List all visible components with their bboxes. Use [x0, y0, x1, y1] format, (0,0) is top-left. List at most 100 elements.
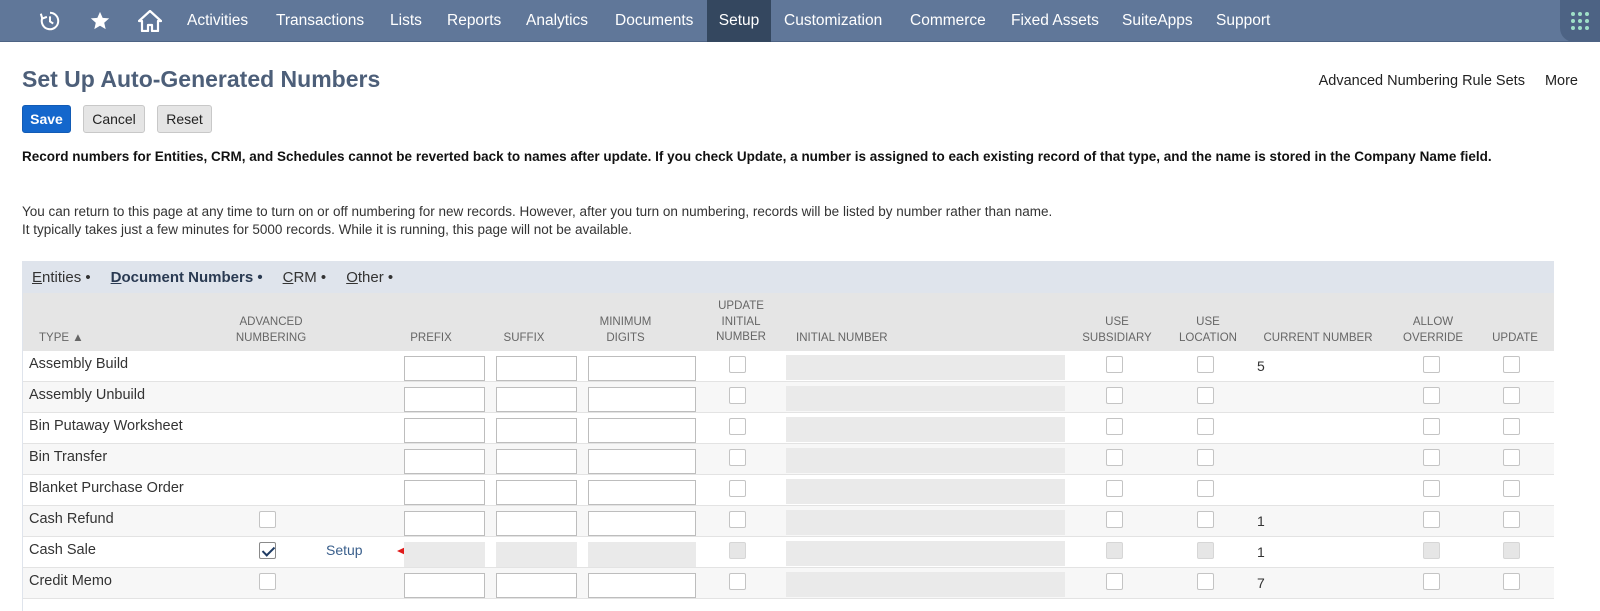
nav-setup[interactable]: Setup: [707, 0, 771, 42]
row-type-label: Credit Memo: [29, 573, 112, 589]
use-subsidiary-checkbox[interactable]: [1106, 480, 1123, 497]
prefix-input[interactable]: [404, 418, 485, 443]
current-number-value: 1: [1257, 513, 1265, 529]
use-subsidiary-checkbox[interactable]: [1106, 418, 1123, 435]
recent-records-icon[interactable]: [30, 0, 70, 42]
update-initial-number-checkbox[interactable]: [729, 480, 746, 497]
tab-label: RM: [293, 268, 317, 286]
tab-other[interactable]: Other •: [346, 269, 393, 286]
cancel-button[interactable]: Cancel: [83, 105, 145, 133]
nav-documents[interactable]: Documents: [603, 0, 705, 42]
update-checkbox[interactable]: [1503, 387, 1520, 404]
reset-button[interactable]: Reset: [157, 105, 212, 133]
nav-suiteapps[interactable]: SuiteApps: [1110, 0, 1205, 42]
initial-number-field: [786, 479, 1065, 504]
suffix-input[interactable]: [496, 449, 577, 474]
prefix-input[interactable]: [404, 480, 485, 505]
update-initial-number-checkbox[interactable]: [729, 449, 746, 466]
minimum-digits-input[interactable]: [588, 356, 696, 381]
use-subsidiary-checkbox[interactable]: [1106, 356, 1123, 373]
update-checkbox[interactable]: [1503, 573, 1520, 590]
star-icon[interactable]: [80, 0, 120, 42]
column-header-type[interactable]: TYPE ▲: [39, 331, 84, 347]
advanced-numbering-checkbox[interactable]: [259, 511, 276, 528]
use-subsidiary-checkbox[interactable]: [1106, 511, 1123, 528]
advanced-numbering-rule-sets-link[interactable]: Advanced Numbering Rule Sets: [1319, 73, 1525, 89]
update-checkbox: [1503, 542, 1520, 559]
nav-fixed-assets[interactable]: Fixed Assets: [999, 0, 1111, 42]
nav-activities[interactable]: Activities: [175, 0, 260, 42]
prefix-input[interactable]: [404, 449, 485, 474]
minimum-digits-input[interactable]: [588, 511, 696, 536]
update-initial-number-checkbox[interactable]: [729, 418, 746, 435]
minimum-digits-input[interactable]: [588, 573, 696, 598]
suffix-input[interactable]: [496, 418, 577, 443]
row-type-label: Cash Sale: [29, 542, 96, 558]
nav-customization[interactable]: Customization: [772, 0, 894, 42]
use-subsidiary-checkbox[interactable]: [1106, 573, 1123, 590]
use-subsidiary-checkbox[interactable]: [1106, 387, 1123, 404]
current-number-value: 7: [1257, 575, 1265, 591]
suffix-input[interactable]: [496, 511, 577, 536]
update-checkbox[interactable]: [1503, 480, 1520, 497]
update-initial-number-checkbox[interactable]: [729, 356, 746, 373]
prefix-input[interactable]: [404, 511, 485, 536]
app-launcher-icon[interactable]: [1560, 0, 1600, 42]
use-location-checkbox[interactable]: [1197, 449, 1214, 466]
allow-override-checkbox[interactable]: [1423, 418, 1440, 435]
allow-override-checkbox[interactable]: [1423, 573, 1440, 590]
prefix-input[interactable]: [404, 356, 485, 381]
nav-reports[interactable]: Reports: [435, 0, 513, 42]
use-location-checkbox[interactable]: [1197, 418, 1214, 435]
allow-override-checkbox[interactable]: [1423, 449, 1440, 466]
nav-support[interactable]: Support: [1204, 0, 1282, 42]
nav-lists[interactable]: Lists: [378, 0, 434, 42]
use-location-checkbox[interactable]: [1197, 573, 1214, 590]
column-header-update: UPDATE: [1492, 332, 1538, 344]
advanced-numbering-checkbox[interactable]: [259, 573, 276, 590]
tab-crm[interactable]: CRM •: [283, 269, 327, 286]
suffix-input[interactable]: [496, 573, 577, 598]
row-type-label: Bin Putaway Worksheet: [29, 418, 183, 434]
update-initial-number-checkbox[interactable]: [729, 387, 746, 404]
allow-override-checkbox[interactable]: [1423, 356, 1440, 373]
initial-number-field: [786, 417, 1065, 442]
more-menu[interactable]: More: [1545, 73, 1578, 89]
prefix-input[interactable]: [404, 573, 485, 598]
tab-entities[interactable]: Entities •: [32, 269, 91, 286]
update-initial-number-checkbox[interactable]: [729, 511, 746, 528]
minimum-digits-input[interactable]: [588, 480, 696, 505]
advanced-numbering-checkbox[interactable]: [259, 542, 276, 559]
use-subsidiary-checkbox[interactable]: [1106, 449, 1123, 466]
minimum-digits-input[interactable]: [588, 418, 696, 443]
update-checkbox[interactable]: [1503, 511, 1520, 528]
use-location-checkbox[interactable]: [1197, 356, 1214, 373]
update-checkbox[interactable]: [1503, 418, 1520, 435]
suffix-input[interactable]: [496, 387, 577, 412]
use-location-checkbox[interactable]: [1197, 387, 1214, 404]
allow-override-checkbox[interactable]: [1423, 480, 1440, 497]
update-initial-number-checkbox[interactable]: [729, 573, 746, 590]
initial-number-field: [786, 386, 1065, 411]
update-checkbox[interactable]: [1503, 449, 1520, 466]
update-checkbox[interactable]: [1503, 356, 1520, 373]
prefix-input[interactable]: [404, 387, 485, 412]
home-icon[interactable]: [130, 0, 170, 42]
minimum-digits-input[interactable]: [588, 449, 696, 474]
advanced-numbering-setup-link[interactable]: Setup: [326, 542, 363, 558]
suffix-input[interactable]: [496, 356, 577, 381]
use-location-checkbox[interactable]: [1197, 480, 1214, 497]
table-row: Cash Sale Setup 1: [23, 537, 1554, 568]
nav-analytics[interactable]: Analytics: [514, 0, 600, 42]
tab-document-numbers[interactable]: Document Numbers •: [111, 269, 263, 286]
allow-override-checkbox[interactable]: [1423, 387, 1440, 404]
save-button[interactable]: Save: [22, 105, 71, 133]
nav-transactions[interactable]: Transactions: [264, 0, 376, 42]
row-type-label: Bin Transfer: [29, 449, 108, 465]
use-location-checkbox[interactable]: [1197, 511, 1214, 528]
nav-commerce[interactable]: Commerce: [898, 0, 998, 42]
minimum-digits-input[interactable]: [588, 387, 696, 412]
initial-number-field: [786, 510, 1065, 535]
allow-override-checkbox[interactable]: [1423, 511, 1440, 528]
suffix-input[interactable]: [496, 480, 577, 505]
